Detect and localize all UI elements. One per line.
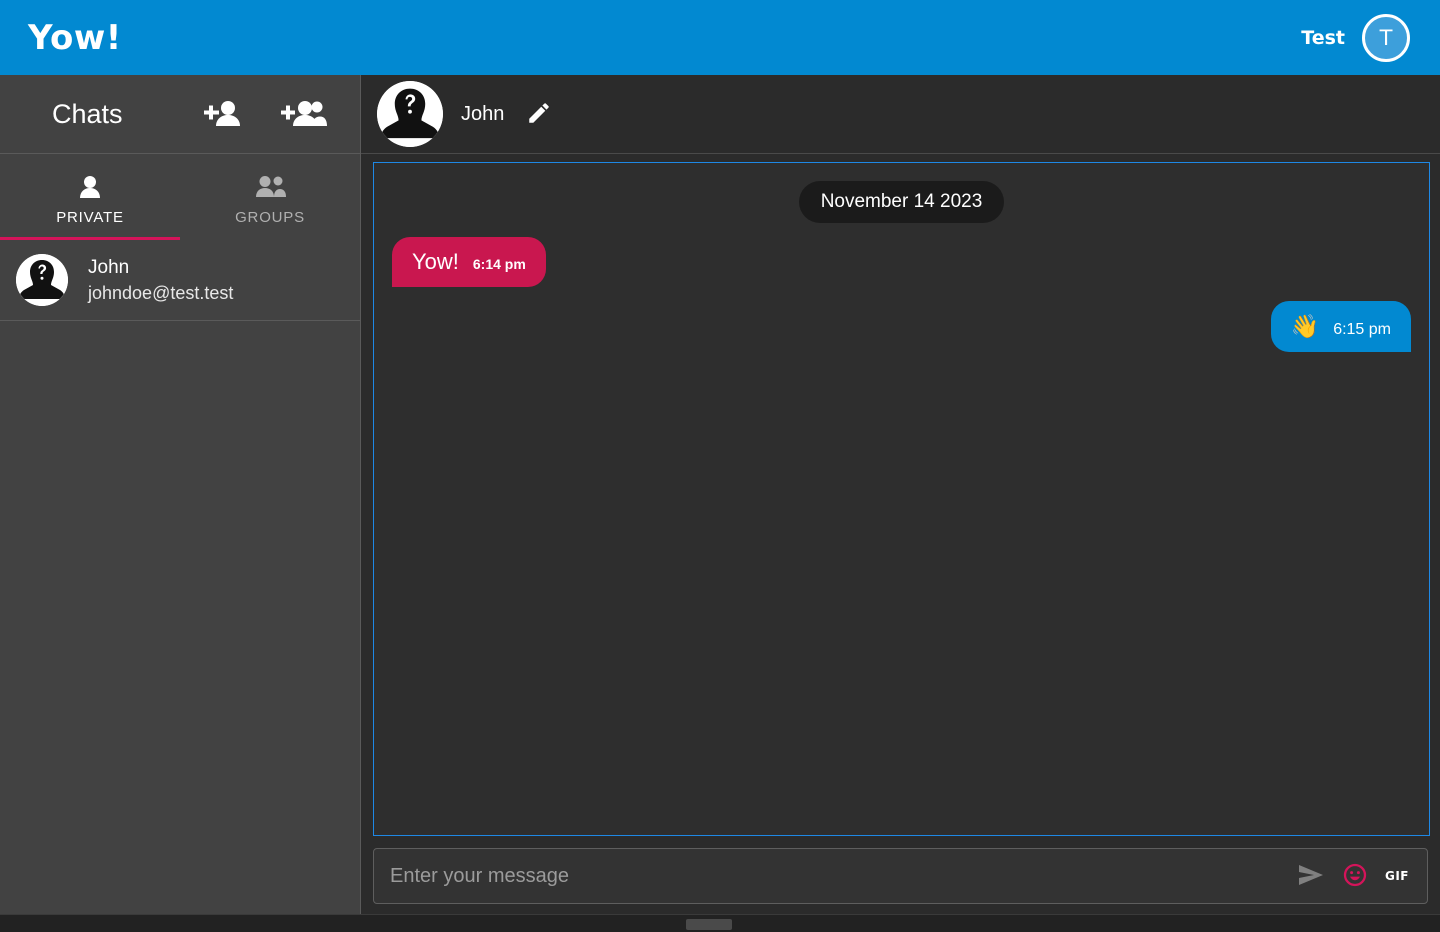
chat-main: John November 14 2023 Yow! 6:14 pm 👋 6:1… (361, 75, 1440, 914)
tab-private[interactable]: PRIVATE (0, 154, 180, 240)
composer-wrapper: GIF (361, 836, 1440, 914)
sidebar-title: Chats (52, 98, 123, 129)
person-add-icon (203, 98, 243, 130)
message-text: Yow! (412, 249, 459, 274)
chat-item-name: John (88, 256, 130, 278)
sidebar: Chats PRIVATE GROUPS John johndoe@test.t… (0, 75, 361, 914)
app-body: Chats PRIVATE GROUPS John johndoe@test.t… (0, 75, 1440, 914)
emoji-button[interactable] (1339, 863, 1371, 890)
messages-panel[interactable]: November 14 2023 Yow! 6:14 pm 👋 6:15 pm (373, 162, 1430, 836)
sidebar-header: Chats (0, 75, 360, 154)
date-separator: November 14 2023 (798, 181, 1005, 223)
chat-header-avatar (377, 81, 443, 147)
message-input[interactable] (390, 864, 1283, 888)
chat-item-email: johndoe@test.test (88, 282, 234, 303)
message-time: 6:14 pm (472, 256, 526, 272)
add-contact-button[interactable] (203, 98, 243, 130)
send-arrow-icon (1297, 862, 1325, 891)
message-time: 6:15 pm (1333, 321, 1391, 339)
message-bubble-outgoing[interactable]: 👋 6:15 pm (1270, 301, 1411, 353)
chat-list-item-john[interactable]: John johndoe@test.test (0, 240, 360, 321)
bottom-status-strip (0, 914, 1440, 932)
group-add-icon (280, 98, 327, 130)
tab-groups[interactable]: GROUPS (180, 154, 360, 240)
message-row-outgoing: 👋 6:15 pm (392, 301, 1411, 353)
mystery-person-avatar (16, 254, 68, 306)
send-button[interactable] (1293, 862, 1329, 891)
pencil-edit-icon (526, 100, 552, 129)
app-brand-logo: Yow! (28, 17, 122, 58)
tab-groups-label: GROUPS (235, 208, 305, 226)
add-group-button[interactable] (280, 98, 327, 130)
message-text: 👋 (1290, 313, 1320, 340)
app-root: Yow! Test T Chats PRIVATE GROUPS John jo… (0, 0, 1440, 932)
smiley-face-icon (1343, 863, 1367, 890)
sidebar-tabs: PRIVATE GROUPS (0, 154, 360, 240)
chat-list: John johndoe@test.test (0, 240, 360, 914)
person-icon (77, 175, 103, 202)
top-app-bar: Yow! Test T (0, 0, 1440, 75)
tab-private-label: PRIVATE (56, 208, 124, 226)
message-bubble-incoming[interactable]: Yow! 6:14 pm (392, 237, 546, 288)
message-row-incoming: Yow! 6:14 pm (392, 237, 1411, 288)
people-icon (253, 175, 287, 202)
edit-contact-button[interactable] (522, 100, 556, 129)
message-composer: GIF (373, 848, 1428, 904)
current-user-name: Test (1301, 26, 1345, 49)
gif-button[interactable]: GIF (1381, 869, 1413, 883)
date-separator-row: November 14 2023 (392, 181, 1411, 223)
horizontal-scrollbar-thumb[interactable] (686, 919, 732, 930)
appbar-user-section: Test T (1301, 13, 1410, 62)
chat-item-texts: John johndoe@test.test (88, 257, 233, 304)
chat-header: John (361, 75, 1440, 154)
user-avatar[interactable]: T (1362, 13, 1410, 62)
chat-header-contact-name: John (461, 102, 505, 125)
